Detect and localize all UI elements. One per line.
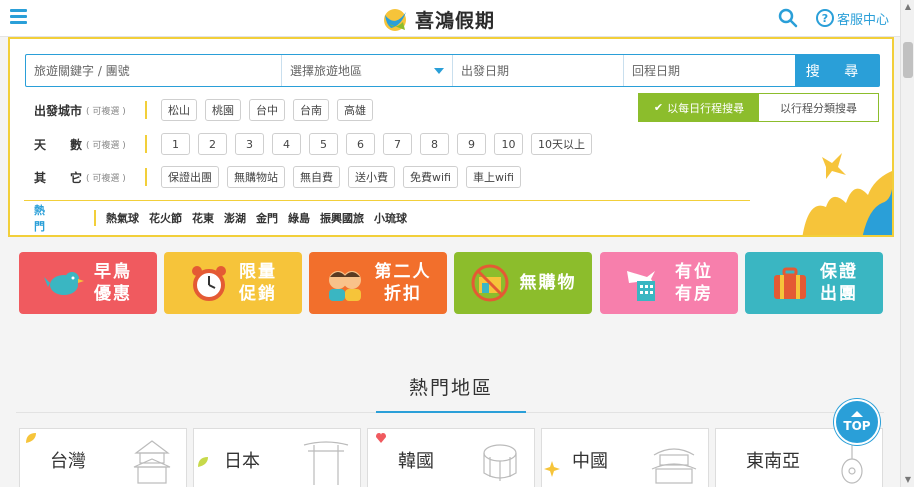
title-underline [376, 411, 526, 413]
no-shopping-icon [470, 263, 510, 303]
other-filter-label: 其 它 [34, 170, 83, 185]
days-chip[interactable]: 5 [309, 133, 338, 155]
search-bar: 旅遊關鍵字 / 團號 選擇旅遊地區 出發日期 回程日期 搜 尋 [25, 54, 880, 87]
city-filter-row: 出發城市( 可複選 ) 松山 桃園 台中 台南 高雄 [34, 99, 381, 121]
guaranteed-departure-button[interactable]: 保證 出團 [745, 252, 883, 314]
other-filter-row: 其 它( 可複選 ) 保證出團 無購物站 無自費 送小費 免費wifi 車上wi… [34, 166, 529, 188]
other-chip[interactable]: 免費wifi [403, 166, 458, 188]
question-icon: ? [816, 9, 834, 27]
search-panel: 旅遊關鍵字 / 團號 選擇旅遊地區 出發日期 回程日期 搜 尋 出發城市( 可複… [8, 37, 894, 237]
hot-link[interactable]: 花火節 [149, 210, 182, 226]
region-card-japan[interactable]: 日本 [193, 428, 361, 487]
city-chip[interactable]: 高雄 [337, 99, 373, 121]
dropdown-caret-icon [434, 67, 444, 74]
search-icon[interactable] [778, 8, 798, 28]
menu-icon[interactable] [10, 9, 27, 25]
heart-icon [376, 433, 386, 443]
days-chip[interactable]: 10天以上 [531, 133, 592, 155]
region-card-china[interactable]: 中國 [541, 428, 709, 487]
scroll-thumb[interactable] [903, 42, 913, 78]
days-chip[interactable]: 2 [198, 133, 227, 155]
other-chip[interactable]: 保證出團 [161, 166, 219, 188]
page-scrollbar[interactable]: ▲ ▼ [900, 0, 914, 487]
suitcase-icon [770, 263, 810, 303]
hot-link[interactable]: 小琉球 [374, 210, 407, 226]
star-icon [544, 461, 560, 477]
city-chip[interactable]: 台中 [249, 99, 285, 121]
divider [24, 200, 750, 201]
customer-service-link[interactable]: ? 客服中心 [816, 8, 889, 28]
up-arrow-icon [851, 411, 863, 417]
city-chip[interactable]: 松山 [161, 99, 197, 121]
scroll-down-arrow-icon[interactable]: ▼ [903, 475, 913, 485]
hot-link[interactable]: 金門 [256, 210, 278, 226]
available-seats-button[interactable]: 有位 有房 [600, 252, 738, 314]
category-search-tab[interactable]: 以行程分類搜尋 [759, 94, 878, 121]
brand-logo[interactable]: 喜鴻假期 [381, 6, 495, 32]
days-chip[interactable]: 9 [457, 133, 486, 155]
temple-icon [651, 448, 697, 484]
days-filter-row: 天 數( 可複選 ) 1 2 3 4 5 6 7 8 9 10 10天以上 [34, 133, 600, 155]
limited-sale-button[interactable]: 限量 促銷 [164, 252, 302, 314]
days-filter-label: 天 數 [34, 137, 83, 152]
return-date-input[interactable]: 回程日期 [624, 55, 795, 86]
top-header: 喜鴻假期 ? 客服中心 [0, 0, 900, 37]
logo-bird-icon [381, 6, 409, 32]
check-icon: ✔ [653, 101, 664, 114]
days-chip[interactable]: 4 [272, 133, 301, 155]
customer-service-label: 客服中心 [837, 12, 890, 28]
hot-links-label: 熱門 [34, 204, 96, 233]
leaf-icon [198, 457, 208, 467]
brand-name: 喜鴻假期 [415, 9, 496, 32]
scroll-up-arrow-icon[interactable]: ▲ [903, 2, 913, 12]
hot-links-row: 熱門 熱氣球 花火節 花東 澎湖 金門 綠島 振興國旅 小琉球 [34, 204, 417, 233]
city-chip[interactable]: 台南 [293, 99, 329, 121]
region-card-korea[interactable]: 韓國 [367, 428, 535, 487]
torii-gate-icon [303, 441, 349, 485]
search-mode-toggle: ✔ 以每日行程搜尋 以行程分類搜尋 [638, 93, 879, 122]
bird-icon [44, 263, 84, 303]
back-to-top-button[interactable]: TOP [834, 399, 880, 445]
other-chip[interactable]: 無購物站 [227, 166, 285, 188]
days-chip[interactable]: 3 [235, 133, 264, 155]
days-chip[interactable]: 6 [346, 133, 375, 155]
days-chip[interactable]: 8 [420, 133, 449, 155]
hot-link[interactable]: 澎湖 [224, 210, 246, 226]
keyword-input[interactable]: 旅遊關鍵字 / 團號 [26, 55, 282, 86]
two-people-icon [325, 263, 365, 303]
section-title: 熱門地區 [408, 377, 493, 399]
city-filter-label: 出發城市 [34, 103, 83, 118]
other-chip[interactable]: 無自費 [293, 166, 340, 188]
other-chip[interactable]: 送小費 [348, 166, 395, 188]
drum-icon [483, 444, 517, 481]
hot-link[interactable]: 熱氣球 [106, 210, 139, 226]
alarm-clock-icon [189, 263, 229, 303]
days-chip[interactable]: 7 [383, 133, 412, 155]
hot-link[interactable]: 綠島 [288, 210, 310, 226]
second-person-discount-button[interactable]: 第二人 折扣 [309, 252, 447, 314]
region-select[interactable]: 選擇旅遊地區 [282, 55, 453, 86]
hotel-plane-icon [625, 263, 665, 303]
days-chip[interactable]: 10 [494, 133, 523, 155]
city-chip[interactable]: 桃園 [205, 99, 241, 121]
leaf-icon [26, 433, 36, 443]
hot-link[interactable]: 振興國旅 [320, 210, 364, 226]
depart-date-input[interactable]: 出發日期 [453, 55, 624, 86]
search-button[interactable]: 搜 尋 [795, 55, 879, 86]
daily-search-tab[interactable]: ✔ 以每日行程搜尋 [639, 94, 759, 121]
early-bird-button[interactable]: 早鳥 優惠 [19, 252, 157, 314]
days-chip[interactable]: 1 [161, 133, 190, 155]
other-chip[interactable]: 車上wifi [465, 166, 521, 188]
decorative-bird-plant-icon [802, 149, 892, 235]
hot-link[interactable]: 花東 [192, 210, 214, 226]
region-card-taiwan[interactable]: 台灣 [19, 428, 187, 487]
pagoda-icon [133, 440, 171, 484]
no-shopping-button[interactable]: 無購物 [454, 252, 592, 314]
